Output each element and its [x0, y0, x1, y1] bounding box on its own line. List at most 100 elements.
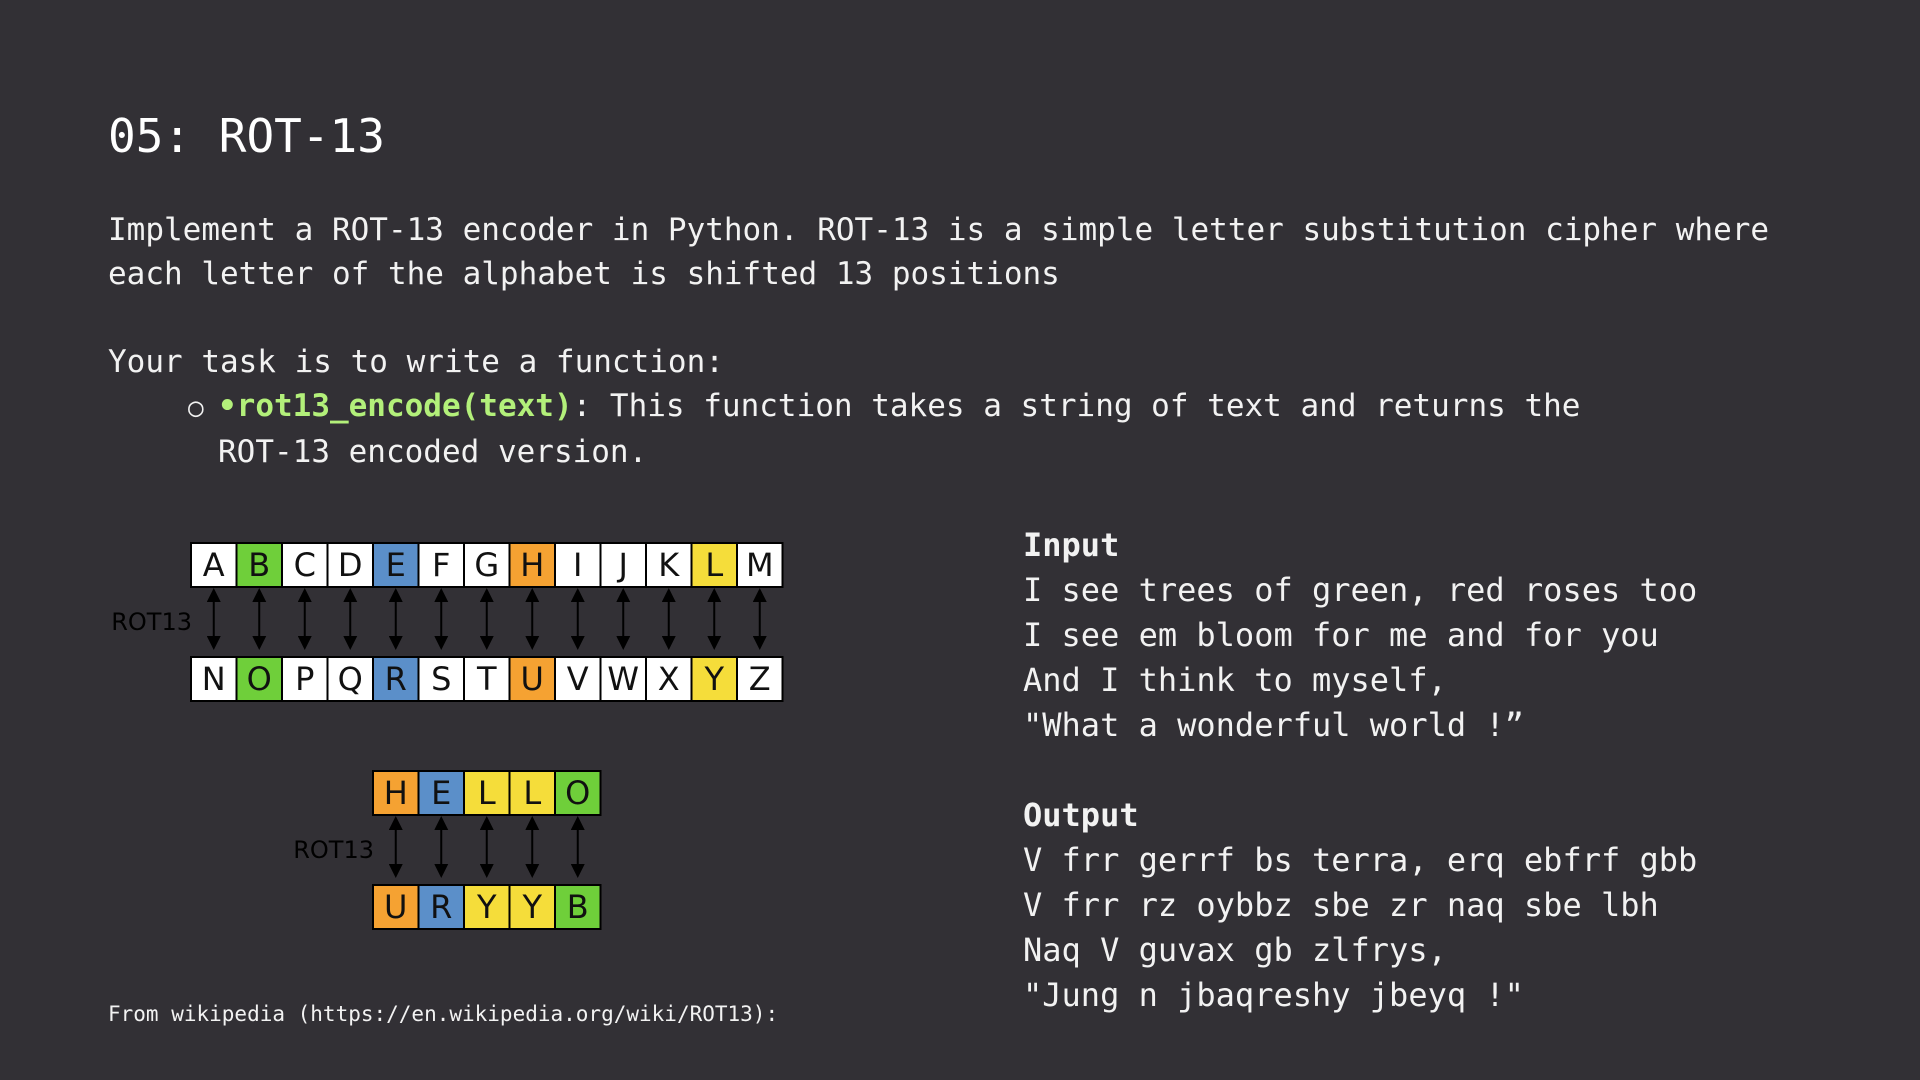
input-line: And I think to myself,: [1023, 661, 1447, 699]
letter-cell: F: [417, 542, 465, 588]
letter-cell: L: [508, 770, 556, 816]
letter-cell: Q: [326, 656, 374, 702]
letter-cell: Y: [463, 884, 511, 930]
input-line: "What a wonderful world !”: [1023, 706, 1524, 744]
rot13-label: ROT13: [293, 836, 374, 864]
letter-label: E: [386, 546, 406, 584]
letter-cell: V: [554, 656, 602, 702]
source-footnote: From wikipedia (https://en.wikipedia.org…: [108, 1002, 779, 1026]
letter-label: P: [295, 660, 314, 698]
rot13-label: ROT13: [111, 608, 192, 636]
slide-title: 05: ROT-13: [108, 109, 385, 163]
letter-cell: D: [326, 542, 374, 588]
letter-label: L: [705, 546, 723, 584]
letter-label: U: [384, 888, 407, 926]
letter-cell: J: [599, 542, 647, 588]
letter-label: E: [431, 774, 451, 812]
intro-paragraph: Implement a ROT-13 encoder in Python. RO…: [108, 212, 1770, 292]
output-line: Naq V guvax gb zlfrys,: [1023, 931, 1447, 969]
function-description: : This function takes a string of text a…: [572, 388, 1581, 424]
letter-label: Y: [476, 888, 497, 926]
letter-cell: C: [281, 542, 329, 588]
letter-label: L: [478, 774, 496, 812]
letter-cell: R: [417, 884, 465, 930]
letter-cell: Y: [508, 884, 556, 930]
letter-cell: O: [235, 656, 283, 702]
letter-cell: M: [736, 542, 784, 588]
letter-cell: G: [463, 542, 511, 588]
letter-label: J: [617, 546, 628, 584]
letter-label: L: [523, 774, 541, 812]
letter-cell: H: [372, 770, 420, 816]
letter-label: O: [247, 660, 272, 698]
letter-cell: Y: [690, 656, 738, 702]
letter-cell: W: [599, 656, 647, 702]
task-list-item: ○ •rot13_encode(text): This function take…: [188, 384, 1688, 474]
letter-cell: B: [554, 884, 602, 930]
letter-cell: O: [554, 770, 602, 816]
output-example: Output V frr gerrf bs terra, erq ebfrf g…: [1023, 793, 1843, 1018]
letter-label: D: [338, 546, 363, 584]
task-intro: Your task is to write a function:: [108, 344, 724, 380]
letter-label: Z: [749, 660, 771, 698]
letter-cell: L: [690, 542, 738, 588]
letter-label: S: [431, 660, 451, 698]
letter-label: O: [565, 774, 590, 812]
output-line: "Jung n jbaqreshy jbeyq !": [1023, 976, 1524, 1014]
letter-label: F: [432, 546, 450, 584]
input-line: I see trees of green, red roses too: [1023, 571, 1698, 609]
hello-bottom-row: URYYB: [372, 884, 602, 930]
letter-cell: E: [372, 542, 420, 588]
rot13-diagram: A B C D E F G H I J K L MN O P Q R S T U V W X Y ZROT13H E L L OU R Y Y…: [111, 542, 784, 930]
rot13-arrows: [206, 588, 767, 650]
letter-label: U: [521, 660, 544, 698]
letter-label: K: [658, 546, 680, 584]
letter-cell: L: [463, 770, 511, 816]
letter-cell: K: [645, 542, 693, 588]
input-example: Input I see trees of green, red roses to…: [1023, 523, 1843, 748]
letter-label: H: [384, 774, 408, 812]
letter-cell: U: [372, 884, 420, 930]
function-name: •rot13_encode(text): [218, 388, 573, 424]
hello-top-row: HELLO: [372, 770, 602, 816]
letter-label: C: [294, 546, 316, 584]
output-heading: Output: [1023, 796, 1139, 834]
letter-cell: U: [508, 656, 556, 702]
letter-label: T: [476, 660, 497, 698]
letter-cell: S: [417, 656, 465, 702]
letter-label: M: [746, 546, 774, 584]
letter-label: I: [573, 546, 582, 584]
letter-cell: X: [645, 656, 693, 702]
input-line: I see em bloom for me and for you: [1023, 616, 1659, 654]
letter-label: R: [385, 660, 407, 698]
letter-label: A: [203, 546, 225, 584]
letter-label: B: [248, 546, 270, 584]
letter-cell: E: [417, 770, 465, 816]
letter-cell: H: [508, 542, 556, 588]
letter-cell: A: [190, 542, 238, 588]
alphabet-top-row: ABCDEFGHIJKLM: [190, 542, 784, 588]
letter-label: B: [567, 888, 589, 926]
letter-label: V: [567, 660, 589, 698]
function-description-continued: ROT-13 encoded version.: [218, 434, 648, 470]
letter-label: Y: [521, 888, 542, 926]
letter-label: Y: [703, 660, 724, 698]
letter-label: N: [202, 660, 226, 698]
hollow-circle-bullet-icon: ○: [188, 393, 204, 423]
letter-label: H: [520, 546, 544, 584]
input-heading: Input: [1023, 526, 1120, 564]
alphabet-bottom-row: NOPQRSTUVWXYZ: [190, 656, 784, 702]
letter-label: W: [607, 660, 639, 698]
letter-cell: R: [372, 656, 420, 702]
letter-cell: N: [190, 656, 238, 702]
output-line: V frr gerrf bs terra, erq ebfrf gbb: [1023, 841, 1698, 879]
letter-cell: B: [235, 542, 283, 588]
output-line: V frr rz oybbz sbe zr naq sbe lbh: [1023, 886, 1659, 924]
rot13-arrows: [388, 816, 585, 878]
letter-label: R: [430, 888, 452, 926]
letter-cell: Z: [736, 656, 784, 702]
letter-cell: P: [281, 656, 329, 702]
letter-label: G: [474, 546, 499, 584]
letter-label: X: [658, 660, 680, 698]
letter-cell: I: [554, 542, 602, 588]
